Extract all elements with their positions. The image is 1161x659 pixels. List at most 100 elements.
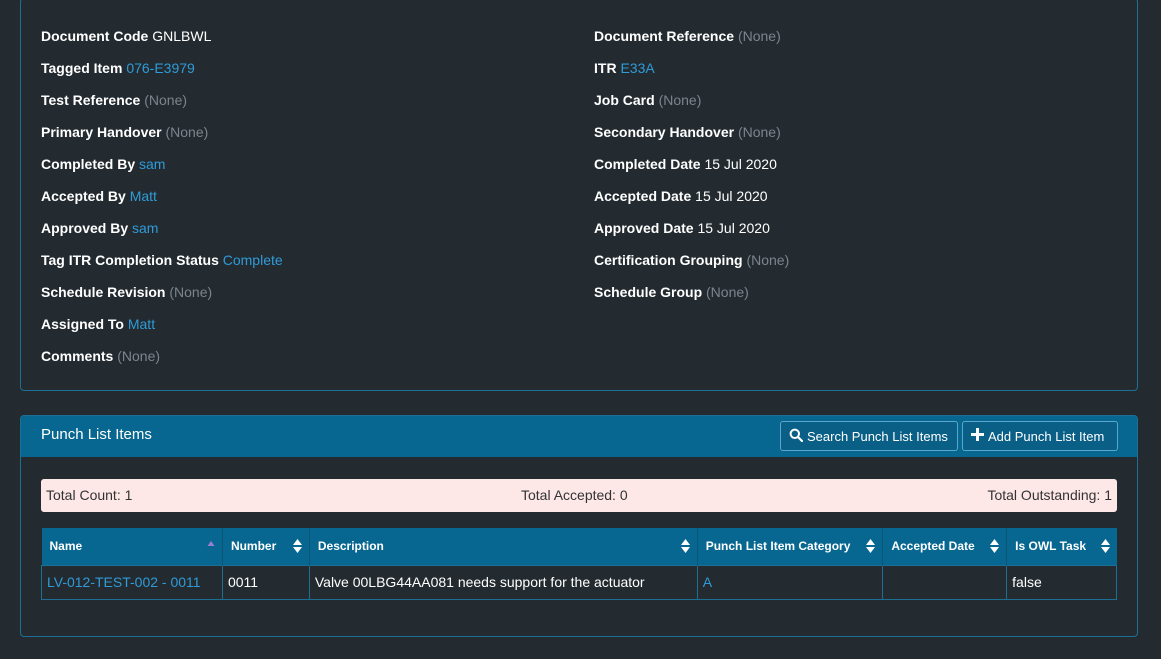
cell-is-owl-task: false [1006, 564, 1117, 600]
column-header-number[interactable]: Number [222, 528, 310, 565]
field-approved-by: Approved By sam [41, 219, 158, 237]
completion-status-link[interactable]: Complete [223, 252, 283, 268]
field-label: Test Reference [41, 92, 141, 108]
field-label: Completed By [41, 156, 136, 172]
field-value: (None) [169, 284, 213, 300]
total-outstanding: Total Outstanding: 1 [987, 487, 1112, 503]
column-header-is-owl-task[interactable]: Is OWL Task [1006, 528, 1117, 565]
field-label: Primary Handover [41, 124, 162, 140]
itr-link[interactable]: E33A [620, 60, 654, 76]
approved-by-link[interactable]: sam [132, 220, 158, 236]
column-header-accepted-date[interactable]: Accepted Date [882, 528, 1008, 565]
field-document-code: Document Code GNLBWL [41, 27, 211, 45]
column-header-label: Punch List Item Category [705, 539, 851, 554]
category-link[interactable]: A [703, 574, 712, 590]
field-value: (None) [144, 92, 188, 108]
field-secondary-handover: Secondary Handover (None) [594, 123, 781, 141]
field-value: (None) [746, 252, 790, 268]
field-tag-itr-completion-status: Tag ITR Completion Status Complete [41, 251, 283, 269]
field-label: Document Reference [594, 28, 735, 44]
field-primary-handover: Primary Handover (None) [41, 123, 208, 141]
field-document-reference: Document Reference (None) [594, 27, 781, 45]
sort-ascending-icon [207, 539, 215, 553]
cell-name: LV-012-TEST-002 - 0011 [41, 564, 223, 600]
add-punch-list-item-button[interactable]: Add Punch List Item [962, 421, 1118, 451]
field-value: (None) [165, 124, 209, 140]
field-value: (None) [706, 284, 749, 300]
field-value: (None) [737, 124, 781, 140]
field-itr: ITR E33A [594, 59, 655, 77]
plus-icon [971, 428, 984, 444]
field-comments: Comments (None) [41, 347, 160, 365]
field-value: (None) [658, 92, 702, 108]
field-completed-by: Completed By sam [41, 155, 165, 173]
cell-accepted-date [882, 564, 1008, 600]
cell-number: 0011 [221, 564, 310, 600]
field-label: Schedule Revision [41, 284, 166, 300]
field-label: Certification Grouping [594, 252, 743, 268]
field-label: Schedule Group [594, 284, 703, 300]
field-label: Accepted By [41, 188, 126, 204]
field-label: Comments [41, 348, 114, 364]
document-details-panel: Document Code GNLBWL Tagged Item 076-E39… [20, 0, 1138, 391]
field-label: Accepted Date [594, 188, 692, 204]
field-schedule-group: Schedule Group (None) [594, 283, 749, 301]
table-row: LV-012-TEST-002 - 0011 0011 Valve 00LBG4… [41, 564, 1117, 600]
sort-icon [680, 539, 690, 556]
punch-list-header: Punch List Items Search Punch List Items… [21, 416, 1137, 457]
field-completed-date: Completed Date 15 Jul 2020 [594, 155, 777, 173]
column-header-label: Accepted Date [891, 539, 975, 554]
tagged-item-link[interactable]: 076-E3979 [126, 60, 195, 76]
completed-by-link[interactable]: sam [139, 156, 165, 172]
field-test-reference: Test Reference (None) [41, 91, 187, 109]
sort-icon [292, 539, 302, 556]
field-value: GNLBWL [152, 28, 212, 44]
search-icon [789, 428, 804, 445]
field-label: Approved Date [594, 220, 694, 236]
field-label: Assigned To [41, 316, 124, 332]
sort-icon [866, 539, 876, 556]
total-accepted: Total Accepted: 0 [521, 487, 628, 503]
sort-icon [990, 539, 1000, 556]
field-value: 15 Jul 2020 [695, 188, 768, 204]
total-count: Total Count: 1 [46, 487, 133, 503]
field-tagged-item: Tagged Item 076-E3979 [41, 59, 195, 77]
column-header-name[interactable]: Name [41, 528, 223, 565]
column-header-label: Number [230, 539, 277, 554]
cell-description: Valve 00LBG44AA081 needs support for the… [308, 564, 698, 600]
punch-list-title: Punch List Items [41, 426, 152, 443]
column-header-label: Description [317, 539, 384, 554]
field-value: (None) [737, 28, 781, 44]
field-label: Secondary Handover [594, 124, 735, 140]
field-label: Completed Date [594, 156, 701, 172]
field-label: Tag ITR Completion Status [41, 252, 219, 268]
field-label: ITR [594, 60, 617, 76]
search-punch-list-items-button[interactable]: Search Punch List Items [780, 421, 958, 451]
sort-icon [1100, 539, 1110, 556]
cell-category: A [696, 564, 884, 600]
column-header-label: Is OWL Task [1015, 539, 1087, 554]
column-header-description[interactable]: Description [309, 528, 698, 565]
field-job-card: Job Card (None) [594, 91, 701, 109]
punch-item-name-link[interactable]: LV-012-TEST-002 - 0011 [47, 574, 201, 590]
field-label: Tagged Item [41, 60, 123, 76]
field-schedule-revision: Schedule Revision (None) [41, 283, 212, 301]
field-value: 15 Jul 2020 [704, 156, 777, 172]
field-accepted-by: Accepted By Matt [41, 187, 157, 205]
column-header-category[interactable]: Punch List Item Category [697, 528, 884, 565]
field-label: Job Card [594, 92, 655, 108]
field-label: Approved By [41, 220, 129, 236]
punch-list-panel: Punch List Items Search Punch List Items… [20, 415, 1138, 637]
field-value: 15 Jul 2020 [697, 220, 770, 236]
field-accepted-date: Accepted Date 15 Jul 2020 [594, 187, 768, 205]
column-header-label: Name [49, 539, 83, 554]
table-header-row: Name Number Description Punch List Item … [41, 528, 1117, 565]
field-certification-grouping: Certification Grouping (None) [594, 251, 789, 269]
field-label: Document Code [41, 28, 149, 44]
field-assigned-to: Assigned To Matt [41, 315, 155, 333]
assigned-to-link[interactable]: Matt [128, 316, 155, 332]
accepted-by-link[interactable]: Matt [130, 188, 157, 204]
add-button-label: Add Punch List Item [988, 428, 1105, 444]
totals-bar: Total Count: 1 Total Accepted: 0 Total O… [41, 479, 1117, 512]
field-approved-date: Approved Date 15 Jul 2020 [594, 219, 770, 237]
